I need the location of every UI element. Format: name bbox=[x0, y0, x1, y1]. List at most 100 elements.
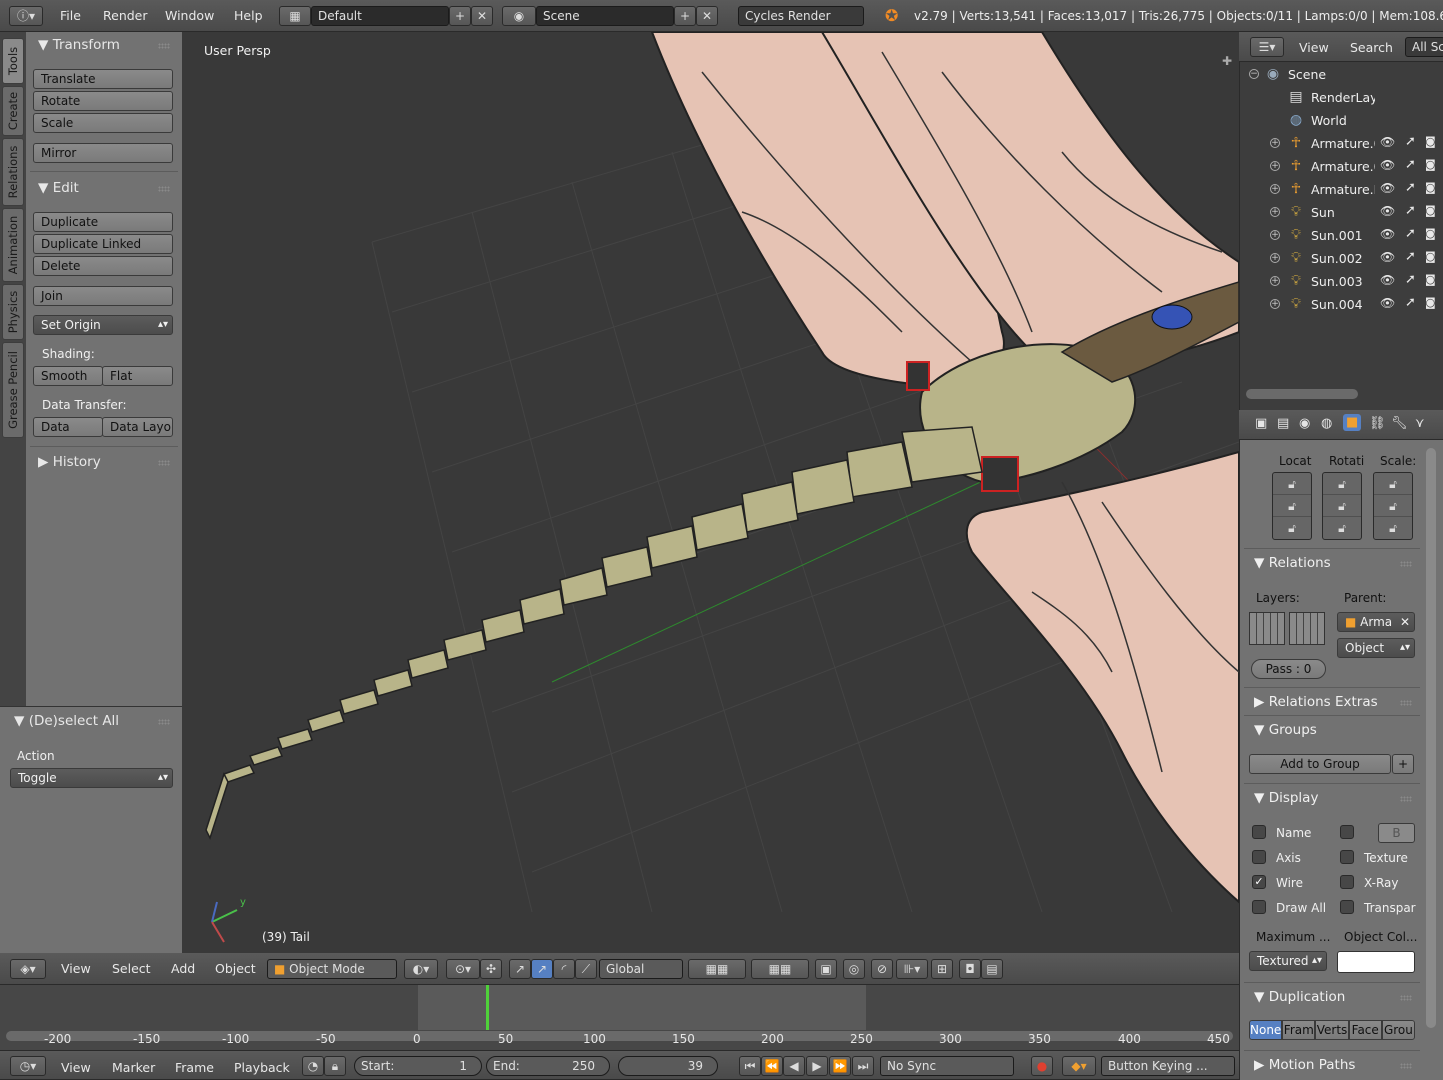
remove-layout-icon[interactable]: ✕ bbox=[471, 6, 493, 26]
lock-range-icon[interactable]: 🔒︎ bbox=[324, 1056, 346, 1076]
world-tab-icon[interactable]: ◍ bbox=[1321, 416, 1332, 431]
expand-toggle-icon[interactable]: − bbox=[1249, 69, 1259, 79]
outliner-item[interactable]: + 💡︎ Sun.003 👁︎ ➚ ◙ bbox=[1240, 270, 1443, 293]
orientation-select[interactable]: Global bbox=[599, 959, 683, 979]
play-icon[interactable]: ▶ bbox=[806, 1056, 828, 1076]
panel-grip[interactable] bbox=[158, 719, 170, 725]
record-icon[interactable]: ● bbox=[1031, 1056, 1053, 1076]
scene-field[interactable]: Scene bbox=[536, 6, 674, 26]
panel-grip[interactable] bbox=[158, 43, 170, 49]
dup-verts-button[interactable]: Verts bbox=[1315, 1020, 1349, 1040]
outliner-item[interactable]: + 💡︎ Sun.002 👁︎ ➚ ◙ bbox=[1240, 247, 1443, 270]
render-anim-icon[interactable]: ▤ bbox=[981, 959, 1003, 979]
menu-select[interactable]: Select bbox=[112, 961, 151, 976]
scene-tab-icon[interactable]: ◉ bbox=[1299, 416, 1310, 431]
menu-marker[interactable]: Marker bbox=[112, 1060, 155, 1075]
pen-icon[interactable]: ⟋ bbox=[575, 959, 597, 979]
tab-physics[interactable]: Physics bbox=[2, 284, 24, 340]
transform-panel-title[interactable]: ▼ Transform bbox=[38, 37, 120, 53]
info-editor-type-icon[interactable]: ⓘ▾ bbox=[9, 6, 43, 26]
outliner-type-icon[interactable]: ☰▾ bbox=[1250, 37, 1284, 57]
tab-animation[interactable]: Animation bbox=[2, 208, 24, 282]
current-frame-line[interactable] bbox=[486, 985, 489, 1030]
outliner-item[interactable]: + ☥ Armature.0 👁︎ ➚ ◙ bbox=[1240, 132, 1443, 155]
duplicate-button[interactable]: Duplicate bbox=[33, 212, 173, 232]
render-tab-icon[interactable]: ▣ bbox=[1255, 416, 1267, 431]
edit-panel-title[interactable]: ▼ Edit bbox=[38, 180, 79, 196]
menu-view[interactable]: View bbox=[1299, 40, 1329, 55]
outliner-item[interactable]: + 💡︎ Sun.004 👁︎ ➚ ◙ bbox=[1240, 293, 1443, 316]
dup-group-button[interactable]: Grou bbox=[1381, 1020, 1416, 1040]
menu-render[interactable]: Render bbox=[103, 8, 148, 23]
proportional-edit-icon[interactable]: ⊘ bbox=[871, 959, 893, 979]
constraints-tab-icon[interactable]: ⛓ bbox=[1369, 416, 1386, 431]
menu-view[interactable]: View bbox=[61, 961, 91, 976]
axis-checkbox[interactable] bbox=[1252, 850, 1266, 864]
outliner-item[interactable]: + ☥ Armature.0 👁︎ ➚ ◙ bbox=[1240, 155, 1443, 178]
menu-object[interactable]: Object bbox=[215, 961, 256, 976]
panel-grip[interactable] bbox=[1400, 561, 1412, 567]
action-select[interactable]: Toggle ▴▾ bbox=[10, 768, 173, 788]
selectable-cursor-icon[interactable]: ➚ bbox=[1405, 249, 1416, 264]
maximum-draw-select[interactable]: Textured ▴▾ bbox=[1249, 951, 1327, 971]
selectable-cursor-icon[interactable]: ➚ bbox=[1405, 272, 1416, 287]
renderable-camera-icon[interactable]: ◙ bbox=[1425, 158, 1436, 171]
end-frame-field[interactable]: End: 250 bbox=[486, 1056, 610, 1076]
history-panel-title[interactable]: ▶ History bbox=[38, 454, 101, 470]
rotate-manipulator-icon[interactable]: ↗ bbox=[531, 959, 553, 979]
outliner-item[interactable]: + 💡︎ Sun 👁︎ ➚ ◙ bbox=[1240, 201, 1443, 224]
add-to-group-button[interactable]: Add to Group bbox=[1249, 754, 1391, 774]
xray-checkbox[interactable] bbox=[1340, 875, 1354, 889]
panel-grip[interactable] bbox=[1400, 995, 1412, 1001]
join-button[interactable]: Join bbox=[33, 286, 173, 306]
dup-faces-button[interactable]: Face bbox=[1348, 1020, 1382, 1040]
viewport-shading-icon[interactable]: ◐▾ bbox=[404, 959, 438, 979]
smooth-button[interactable]: Smooth bbox=[33, 366, 103, 386]
visibility-eye-icon[interactable]: 👁︎ bbox=[1380, 158, 1395, 172]
selectable-cursor-icon[interactable]: ➚ bbox=[1405, 295, 1416, 310]
menu-window[interactable]: Window bbox=[165, 8, 214, 23]
outliner-scrollbar[interactable] bbox=[1246, 389, 1358, 399]
screen-layout-icon[interactable]: ▦ bbox=[279, 6, 311, 26]
dup-frames-button[interactable]: Fram bbox=[1282, 1020, 1316, 1040]
object-tab-icon[interactable]: ■ bbox=[1343, 414, 1362, 431]
menu-playback[interactable]: Playback bbox=[234, 1060, 290, 1075]
lock-scale-toggles[interactable]: 🔓︎ 🔓︎ 🔓︎ bbox=[1373, 472, 1413, 540]
expand-toggle-icon[interactable]: + bbox=[1270, 138, 1280, 148]
name-checkbox[interactable] bbox=[1252, 825, 1266, 839]
display-panel-title[interactable]: ▼ Display bbox=[1254, 790, 1318, 806]
panel-grip[interactable] bbox=[1400, 796, 1412, 802]
tab-tools[interactable]: Tools bbox=[2, 38, 24, 84]
texture-checkbox[interactable] bbox=[1340, 850, 1354, 864]
groups-panel-title[interactable]: ▼ Groups bbox=[1254, 722, 1317, 738]
visibility-eye-icon[interactable]: 👁︎ bbox=[1380, 204, 1395, 218]
flat-button[interactable]: Flat bbox=[102, 366, 173, 386]
expand-toggle-icon[interactable]: + bbox=[1270, 207, 1280, 217]
mode-select[interactable]: ■ Object Mode bbox=[267, 959, 397, 979]
mirror-button[interactable]: Mirror bbox=[33, 143, 173, 163]
add-layout-icon[interactable]: + bbox=[449, 6, 471, 26]
renderable-camera-icon[interactable]: ◙ bbox=[1425, 273, 1436, 286]
scale-manipulator-icon[interactable]: ◜ bbox=[553, 959, 575, 979]
menu-search[interactable]: Search bbox=[1350, 40, 1393, 55]
data-button[interactable]: Data bbox=[33, 417, 103, 437]
expand-toggle-icon[interactable]: + bbox=[1270, 230, 1280, 240]
outliner-filter-select[interactable]: All Sc bbox=[1405, 37, 1443, 57]
visibility-eye-icon[interactable]: 👁︎ bbox=[1380, 296, 1395, 310]
menu-help[interactable]: Help bbox=[234, 8, 263, 23]
menu-file[interactable]: File bbox=[60, 8, 81, 23]
add-group-icon[interactable]: + bbox=[1392, 754, 1414, 774]
selectable-cursor-icon[interactable]: ➚ bbox=[1405, 134, 1416, 149]
expand-toggle-icon[interactable]: + bbox=[1270, 161, 1280, 171]
timeline-editor-type-icon[interactable]: ◷▾ bbox=[10, 1056, 46, 1076]
object-color-swatch[interactable] bbox=[1337, 951, 1415, 973]
jump-end-icon[interactable]: ⏭ bbox=[852, 1056, 874, 1076]
visibility-eye-icon[interactable]: 👁︎ bbox=[1380, 135, 1395, 149]
render-preview-icon[interactable]: ◎ bbox=[843, 959, 865, 979]
visibility-eye-icon[interactable]: 👁︎ bbox=[1380, 181, 1395, 195]
preview-range-icon[interactable]: ◔ bbox=[302, 1056, 324, 1076]
snap-icon[interactable]: ⊪▾ bbox=[896, 959, 928, 979]
menu-frame[interactable]: Frame bbox=[175, 1060, 214, 1075]
layers-grid-icon[interactable]: ▦▦ bbox=[751, 959, 809, 979]
keying-icon[interactable]: ◆▾ bbox=[1062, 1056, 1096, 1076]
